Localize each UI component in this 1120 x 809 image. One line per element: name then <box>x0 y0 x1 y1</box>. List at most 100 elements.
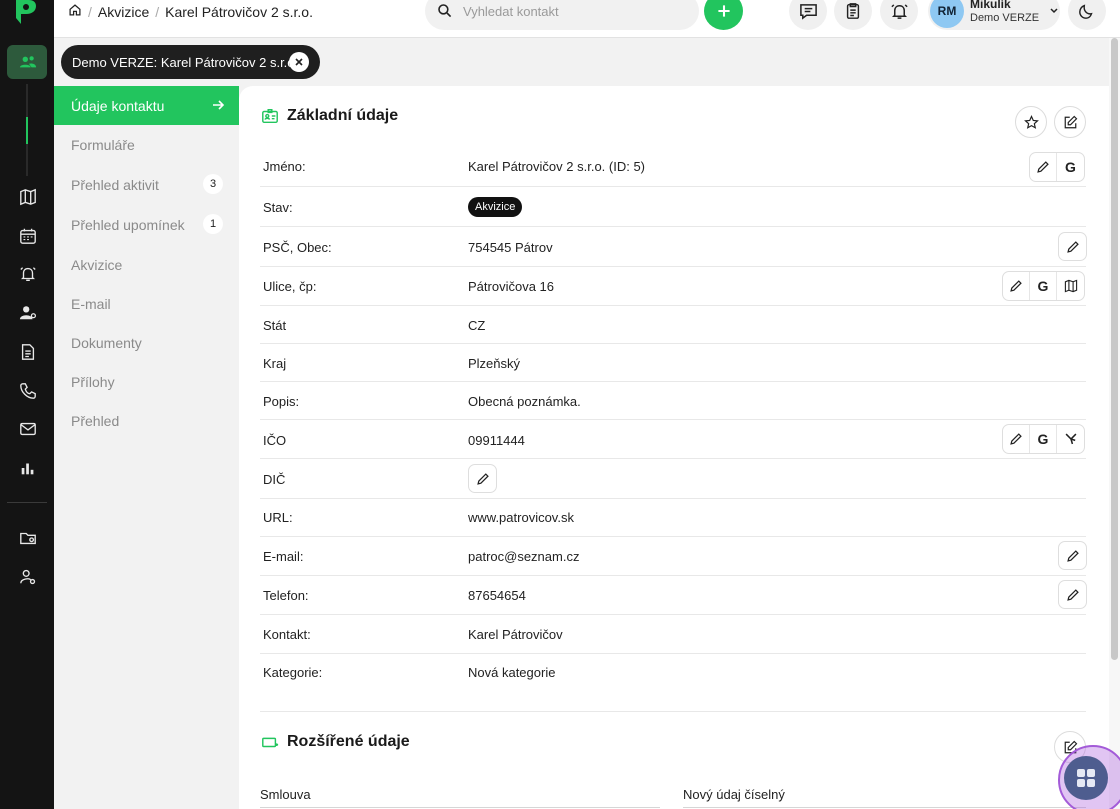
field-value: Nová kategorie <box>468 665 556 680</box>
contact-sidebar-menu: Údaje kontaktu Formuláře Přehled aktivit… <box>54 86 239 809</box>
field-row-dic: DIČ <box>260 459 1086 499</box>
google-search-name-button[interactable]: G <box>1057 153 1084 181</box>
edit-psc-button[interactable] <box>1058 232 1087 261</box>
user-name: Mikulík <box>970 0 1011 11</box>
user-menu[interactable]: RM Mikulík Demo VERZE <box>928 0 1060 30</box>
field-value: Pátrovičova 16 <box>468 279 554 294</box>
menu-item-label: Přehled <box>71 412 120 429</box>
menu-item-label: Akvizice <box>71 256 123 273</box>
menu-item-label: Údaje kontaktu <box>71 97 165 114</box>
phone-icon[interactable] <box>14 377 42 405</box>
show-on-map-button[interactable] <box>1057 272 1084 300</box>
map-icon <box>1064 279 1077 293</box>
menu-item-udaje-kontaktu[interactable]: Údaje kontaktu <box>54 86 239 125</box>
ulice-actions: G <box>1002 271 1085 301</box>
edit-dic-button[interactable] <box>468 464 497 493</box>
menu-item-prehled[interactable]: Přehled <box>54 401 239 440</box>
field-row-kategorie: Kategorie: Nová kategorie <box>260 654 1086 692</box>
menu-item-prilohy[interactable]: Přílohy <box>54 362 239 401</box>
field-row-jmeno: Jméno: Karel Pátrovičov 2 s.r.o. (ID: 5)… <box>260 147 1086 187</box>
google-search-ico-button[interactable]: G <box>1030 425 1057 453</box>
scrollbar-thumb[interactable] <box>1111 38 1118 660</box>
reminders-button[interactable] <box>880 0 918 30</box>
edit-email-button[interactable] <box>1058 541 1087 570</box>
business-register-button[interactable] <box>1057 425 1084 453</box>
breadcrumb-current: Karel Pátrovičov 2 s.r.o. <box>165 3 313 20</box>
field-label: Kategorie: <box>263 665 323 680</box>
grid-icon <box>1077 769 1095 787</box>
ico-actions: G <box>1002 424 1085 454</box>
top-bar: / Akvizice / Karel Pátrovičov 2 s.r.o. R… <box>54 0 1120 38</box>
messages-button[interactable] <box>789 0 827 30</box>
document-icon[interactable] <box>14 338 42 366</box>
statistics-icon[interactable] <box>14 454 42 482</box>
menu-item-label: Přílohy <box>71 373 115 390</box>
user-settings-icon[interactable] <box>14 563 42 591</box>
edit-basic-info-button[interactable] <box>1054 106 1086 138</box>
app-rail <box>0 0 54 809</box>
menu-item-prehled-upominek[interactable]: Přehled upomínek 1 <box>54 205 239 244</box>
moon-icon <box>1079 4 1093 19</box>
chat-icon <box>799 3 817 20</box>
field-value: Plzeňský <box>468 356 521 371</box>
phone-link[interactable]: 87654654 <box>468 588 526 603</box>
menu-item-akvizice[interactable]: Akvizice <box>54 245 239 284</box>
menu-item-formulare[interactable]: Formuláře <box>54 125 239 164</box>
section-divider <box>260 711 1086 712</box>
edit-square-icon <box>1064 115 1077 128</box>
mail-icon[interactable] <box>14 415 42 443</box>
bell-icon <box>890 3 908 19</box>
menu-item-prehled-aktivit[interactable]: Přehled aktivit 3 <box>54 165 239 204</box>
field-row-kontakt: Kontakt: Karel Pátrovičov <box>260 615 1086 654</box>
tasks-button[interactable] <box>834 0 872 30</box>
pencil-icon <box>1010 433 1022 445</box>
website-link[interactable]: www.patrovicov.sk <box>468 510 574 525</box>
app-logo[interactable] <box>13 0 39 24</box>
search-input[interactable] <box>463 3 683 19</box>
menu-item-dokumenty[interactable]: Dokumenty <box>54 323 239 362</box>
field-value: CZ <box>468 318 486 333</box>
field-row-ico: IČO 09911444 G <box>260 420 1086 459</box>
menu-item-label: Formuláře <box>71 136 135 153</box>
pencil-icon <box>1010 280 1022 292</box>
edit-street-button[interactable] <box>1003 272 1030 300</box>
folder-settings-icon[interactable] <box>14 524 42 552</box>
field-label: Kraj <box>263 356 287 371</box>
field-row-stav: Stav: Akvizice <box>260 187 1086 227</box>
edit-ico-button[interactable] <box>1003 425 1030 453</box>
email-link[interactable]: patroc@seznam.cz <box>468 549 579 564</box>
pencil-icon <box>1066 240 1079 253</box>
breadcrumb-akvizice[interactable]: Akvizice <box>98 4 149 20</box>
field-label: Ulice, čp: <box>263 279 317 294</box>
google-icon: G <box>1037 278 1049 294</box>
favorite-button[interactable] <box>1015 106 1047 138</box>
calendar-icon[interactable] <box>14 222 42 250</box>
google-search-street-button[interactable]: G <box>1030 272 1057 300</box>
extended-fields-icon <box>262 737 279 748</box>
app-launcher-button[interactable] <box>1064 756 1108 800</box>
rail-separator <box>7 502 47 503</box>
basic-info-title: Základní údaje <box>287 107 399 124</box>
id-card-icon <box>262 108 278 124</box>
theme-toggle-button[interactable] <box>1068 0 1106 30</box>
pencil-icon <box>1066 549 1079 562</box>
menu-item-email[interactable]: E-mail <box>54 284 239 323</box>
rail-progress-line <box>26 117 28 144</box>
user-search-icon[interactable] <box>14 299 42 327</box>
edit-name-button[interactable] <box>1030 153 1057 181</box>
add-button[interactable] <box>704 0 743 30</box>
avatar: RM <box>930 0 964 28</box>
contacts-icon[interactable] <box>14 48 42 76</box>
field-row-kraj: Kraj Plzeňský <box>260 344 1086 382</box>
alarm-bell-icon[interactable] <box>14 260 42 288</box>
menu-item-label: Přehled upomínek <box>71 216 185 233</box>
home-icon[interactable] <box>68 3 82 20</box>
basic-info-header: Základní údaje <box>261 107 398 125</box>
map-icon[interactable] <box>14 183 42 211</box>
contact-tab-chip[interactable]: Demo VERZE: Karel Pátrovičov 2 s.r.o. <box>61 45 320 79</box>
register-lookup-icon <box>1065 433 1076 445</box>
menu-item-label: Dokumenty <box>71 334 142 351</box>
arrow-right-icon <box>213 100 225 110</box>
close-tab-button[interactable] <box>289 52 309 72</box>
edit-phone-button[interactable] <box>1058 580 1087 609</box>
